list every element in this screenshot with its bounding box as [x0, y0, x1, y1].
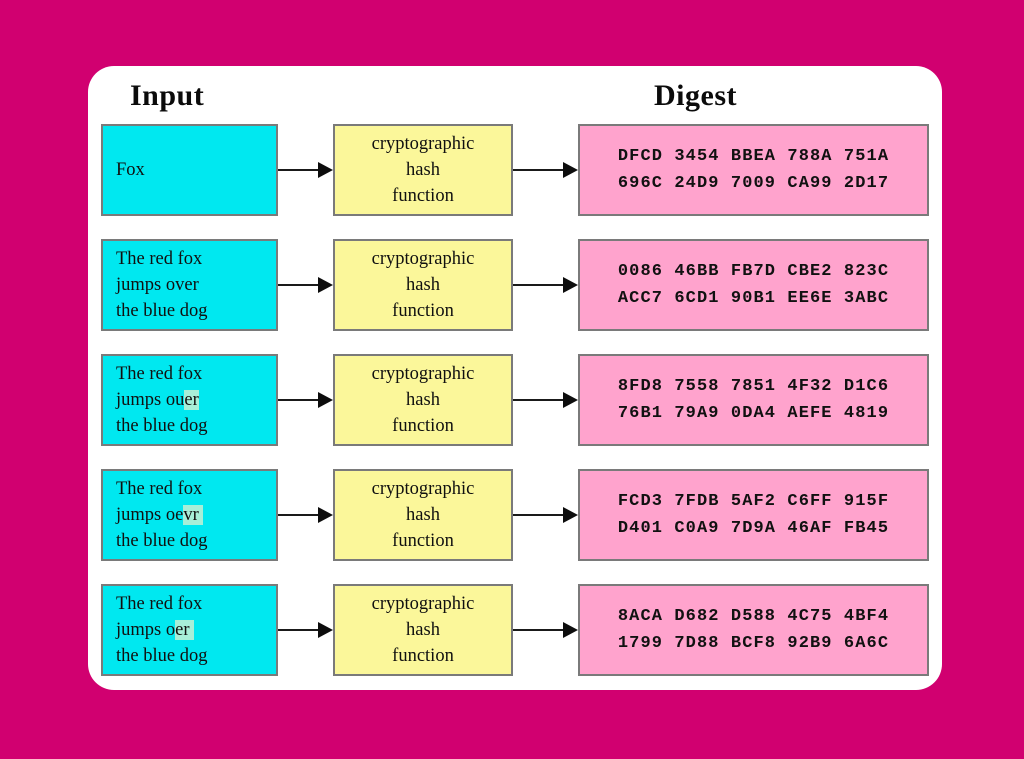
digest-line: D401 C0A9 7D9A 46AF FB45 [617, 519, 890, 538]
arrow-head-icon [563, 622, 578, 638]
arrow-input-to-hash [278, 277, 333, 293]
diagram-rows: Fox cryptographic hash function DFCD 3454 BB… [88, 66, 942, 690]
input-box: Fox [101, 124, 278, 216]
hash-function-label: cryptographic [371, 364, 475, 384]
input-text: Fox [116, 160, 145, 180]
arrow-shaft [278, 169, 319, 171]
arrow-hash-to-digest [513, 392, 578, 408]
digest-line: 696C 24D9 7009 CA99 2D17 [617, 174, 890, 193]
arrow-input-to-hash [278, 507, 333, 523]
diagram-row: The red fox jumps oevr the blue dog crypt… [88, 469, 942, 561]
arrow-head-icon [318, 392, 333, 408]
hash-function-box: cryptographic hash function [333, 124, 513, 216]
hash-function-box: cryptographic hash function [333, 469, 513, 561]
digest-line: 1799 7D88 BCF8 92B9 6A6C [617, 634, 890, 653]
diagram-row: Fox cryptographic hash function DFCD 3454 BB… [88, 124, 942, 216]
hash-function-label: hash [406, 620, 440, 640]
arrow-head-icon [318, 162, 333, 178]
diagram-row: The red fox jumps oer the blue dog crypto… [88, 584, 942, 676]
hash-function-box: cryptographic hash function [333, 354, 513, 446]
arrow-head-icon [318, 622, 333, 638]
arrow-shaft [513, 399, 564, 401]
arrow-shaft [513, 629, 564, 631]
arrow-head-icon [563, 392, 578, 408]
arrow-shaft [513, 169, 564, 171]
diagram-card: Input Digest Fox cryptographic hash functio… [88, 66, 942, 690]
arrow-shaft [278, 629, 319, 631]
digest-box: FCD3 7FDB 5AF2 C6FF 915F D401 C0A9 7D9A 4… [578, 469, 929, 561]
diagram-row: The red fox jumps over the blue dog crypt… [88, 239, 942, 331]
arrow-shaft [513, 284, 564, 286]
arrow-shaft [278, 514, 319, 516]
input-text: The red fox jumps oevr the blue dog [116, 479, 208, 551]
hash-function-label: function [392, 416, 454, 436]
arrow-hash-to-digest [513, 277, 578, 293]
hash-function-label: function [392, 301, 454, 321]
arrow-hash-to-digest [513, 162, 578, 178]
hash-function-label: hash [406, 505, 440, 525]
digest-box: 0086 46BB FB7D CBE2 823C ACC7 6CD1 90B1 E… [578, 239, 929, 331]
arrow-head-icon [318, 507, 333, 523]
input-text: The red fox jumps over the blue dog [116, 249, 208, 321]
input-box: The red fox jumps oevr the blue dog [101, 469, 278, 561]
hash-function-label: function [392, 531, 454, 551]
diagram-row: The red fox jumps ouer the blue dog crypt… [88, 354, 942, 446]
input-box: The red fox jumps oer the blue dog [101, 584, 278, 676]
arrow-shaft [513, 514, 564, 516]
digest-line: 0086 46BB FB7D CBE2 823C [617, 262, 890, 281]
hash-function-label: function [392, 646, 454, 666]
arrow-shaft [278, 399, 319, 401]
hash-function-label: cryptographic [371, 249, 475, 269]
arrow-input-to-hash [278, 622, 333, 638]
digest-line: FCD3 7FDB 5AF2 C6FF 915F [617, 492, 890, 511]
input-typo-highlight: vr [183, 505, 204, 525]
digest-line: 76B1 79A9 0DA4 AEFE 4819 [617, 404, 890, 423]
arrow-head-icon [563, 162, 578, 178]
input-box: The red fox jumps over the blue dog [101, 239, 278, 331]
digest-line: ACC7 6CD1 90B1 EE6E 3ABC [617, 289, 890, 308]
arrow-shaft [278, 284, 319, 286]
arrow-input-to-hash [278, 392, 333, 408]
hash-function-label: cryptographic [371, 479, 475, 499]
input-text: The red fox jumps oer the blue dog [116, 594, 208, 666]
input-text: The red fox jumps ouer the blue dog [116, 364, 208, 436]
digest-box: 8ACA D682 D588 4C75 4BF4 1799 7D88 BCF8 9… [578, 584, 929, 676]
digest-box: 8FD8 7558 7851 4F32 D1C6 76B1 79A9 0DA4 A… [578, 354, 929, 446]
hash-function-label: cryptographic [371, 134, 475, 154]
arrow-head-icon [563, 277, 578, 293]
hash-function-label: hash [406, 160, 440, 180]
hash-function-box: cryptographic hash function [333, 584, 513, 676]
input-box: The red fox jumps ouer the blue dog [101, 354, 278, 446]
arrow-hash-to-digest [513, 507, 578, 523]
hash-function-box: cryptographic hash function [333, 239, 513, 331]
hash-function-label: hash [406, 275, 440, 295]
arrow-head-icon [318, 277, 333, 293]
hash-function-label: hash [406, 390, 440, 410]
arrow-hash-to-digest [513, 622, 578, 638]
hash-function-label: function [392, 186, 454, 206]
arrow-input-to-hash [278, 162, 333, 178]
digest-line: DFCD 3454 BBEA 788A 751A [617, 147, 890, 166]
hash-function-label: cryptographic [371, 594, 475, 614]
digest-line: 8ACA D682 D588 4C75 4BF4 [617, 607, 890, 626]
input-typo-highlight: er [175, 620, 195, 640]
arrow-head-icon [563, 507, 578, 523]
digest-box: DFCD 3454 BBEA 788A 751A 696C 24D9 7009 C… [578, 124, 929, 216]
digest-line: 8FD8 7558 7851 4F32 D1C6 [617, 377, 890, 396]
input-typo-highlight: er [184, 390, 199, 410]
